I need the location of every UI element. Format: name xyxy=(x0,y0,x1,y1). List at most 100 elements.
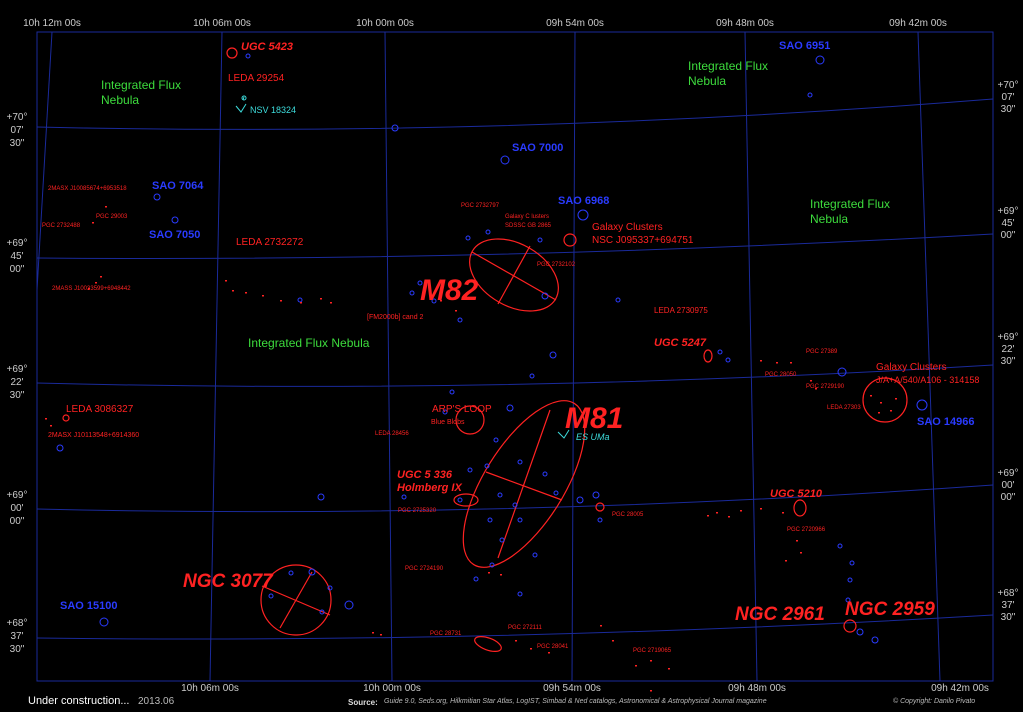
faint-galaxy xyxy=(600,625,602,627)
ra-bottom-label: 10h 06m 00s xyxy=(181,683,239,694)
holmberg-label: Holmberg IX xyxy=(397,482,462,494)
twomass2-label: 2MASX J10113548+6914360 xyxy=(48,432,139,439)
ra-top-label: 09h 42m 00s xyxy=(889,18,947,29)
pgc2720966-label: PGC 2720966 xyxy=(787,527,826,533)
faint-galaxy xyxy=(895,398,897,400)
pgc2719065-label: PGC 2719065 xyxy=(633,648,672,654)
ra-top-label: 09h 54m 00s xyxy=(546,18,604,29)
year-text: 2013.06 xyxy=(138,696,175,707)
faint-galaxy xyxy=(800,552,802,554)
faint-galaxy xyxy=(668,668,670,670)
pgc28050-label: PGC 28050 xyxy=(765,372,797,378)
dec-right-min: 00' xyxy=(1001,480,1014,491)
gc1b-label: NSC J095337+694751 xyxy=(592,235,694,246)
faint-galaxy xyxy=(707,515,709,517)
pgc28041-label: PGC 28041 xyxy=(537,644,569,650)
faint-galaxy xyxy=(650,690,652,692)
faint-galaxy xyxy=(232,290,234,292)
dec-right-deg: +70° xyxy=(998,80,1019,91)
sao6968-label: SAO 6968 xyxy=(558,195,609,207)
nsv-label: NSV 18324 xyxy=(250,105,296,115)
dec-right-deg: +69° xyxy=(998,206,1019,217)
faint-galaxy xyxy=(488,572,490,574)
source-label: Source: xyxy=(348,698,378,707)
leda3086327-label: LEDA 3086327 xyxy=(66,404,134,415)
sao14966-label: SAO 14966 xyxy=(917,416,974,428)
faint-galaxy xyxy=(100,276,102,278)
ra-top-label: 10h 06m 00s xyxy=(193,18,251,29)
faint-galaxy xyxy=(612,640,614,642)
blue-blobs-label: Blue Blobs xyxy=(431,419,465,426)
faint-galaxy xyxy=(878,412,880,414)
sdss-label: SDSSC GB 2865 xyxy=(505,223,552,229)
nebula-2a: Integrated Flux xyxy=(688,59,768,73)
faint-galaxy xyxy=(280,300,282,302)
m82-label: M82 xyxy=(420,274,479,307)
dec-left-sec: 00" xyxy=(10,264,25,275)
pgc2732488-label: PGC 2732488 xyxy=(42,223,81,229)
faint-galaxy xyxy=(372,632,374,634)
dec-right-sec: 30" xyxy=(1001,612,1016,623)
sao7050-label: SAO 7050 xyxy=(149,229,200,241)
dec-right-min: 45' xyxy=(1001,218,1014,229)
pgc27389-label: PGC 27389 xyxy=(806,349,838,355)
faint-galaxy xyxy=(776,362,778,364)
ra-bottom-label: 09h 48m 00s xyxy=(728,683,786,694)
faint-galaxy xyxy=(635,665,637,667)
faint-galaxy xyxy=(890,410,892,412)
faint-galaxy xyxy=(92,222,94,224)
dec-right-sec: 00" xyxy=(1001,230,1016,241)
sao7064-label: SAO 7064 xyxy=(152,180,204,192)
pgc28731-label: PGC 28731 xyxy=(430,631,462,637)
faint-galaxy xyxy=(796,540,798,542)
faint-galaxy xyxy=(320,298,322,300)
twomass1-label: 2MASX J10085674+6953518 xyxy=(48,186,127,192)
dec-left-min: 07' xyxy=(10,125,23,136)
m81-label: M81 xyxy=(565,402,623,435)
dec-left-deg: +69° xyxy=(7,364,28,375)
dec-left-sec: 30" xyxy=(10,644,25,655)
status-text: Under construction... xyxy=(28,695,130,707)
dec-left-deg: +70° xyxy=(7,112,28,123)
faint-galaxy xyxy=(760,508,762,510)
ugc5423-label: UGC 5423 xyxy=(241,41,293,53)
fm2000-label: [FM2000b] cand 2 xyxy=(367,314,424,321)
pgc2729190-label: PGC 2729190 xyxy=(806,384,845,390)
pgc29003-label: PGC 29003 xyxy=(96,214,128,220)
sao15100-label: SAO 15100 xyxy=(60,600,117,612)
dec-left-min: 37' xyxy=(10,631,23,642)
dec-left-deg: +68° xyxy=(7,618,28,629)
footer-bar: Under construction... 2013.06 Source: Gu… xyxy=(0,694,1023,712)
nebula-1a: Integrated Flux xyxy=(101,78,181,92)
dec-right-min: 07' xyxy=(1001,92,1014,103)
copyright-text: © Copyright: Danilo Pivato xyxy=(893,698,976,705)
leda28456-label: LEDA 28456 xyxy=(375,431,409,437)
faint-galaxy xyxy=(740,510,742,512)
faint-galaxy xyxy=(716,512,718,514)
pgc2732797-label: PGC 2732797 xyxy=(461,203,500,209)
leda2730975-label: LEDA 2730975 xyxy=(654,306,708,315)
pgc2732102-label: PGC 2732102 xyxy=(537,262,576,268)
nebula-3b: Nebula xyxy=(810,212,848,226)
ugc5336-label: UGC 5 336 xyxy=(397,469,453,481)
faint-galaxy xyxy=(810,380,812,382)
ra-top-label: 10h 12m 00s xyxy=(23,18,81,29)
gc2b-label: J/A+A/540/A106 - 314158 xyxy=(876,375,979,385)
ngc2961-label: NGC 2961 xyxy=(735,604,825,625)
faint-galaxy xyxy=(790,362,792,364)
galaxy-labels-plain: LEDA 29254 xyxy=(228,73,285,84)
faint-galaxy xyxy=(870,395,872,397)
faint-galaxy xyxy=(785,560,787,562)
dec-right-deg: +69° xyxy=(998,332,1019,343)
dec-left-min: 22' xyxy=(10,377,23,388)
ngc3077-label: NGC 3077 xyxy=(183,571,274,592)
faint-galaxy xyxy=(330,302,332,304)
gc1-label: Galaxy Clusters xyxy=(592,222,663,233)
faint-galaxy xyxy=(880,402,882,404)
faint-galaxy xyxy=(760,360,762,362)
faint-galaxy xyxy=(548,652,550,654)
leda27303-label: LEDA 27303 xyxy=(827,405,861,411)
faint-galaxy xyxy=(245,292,247,294)
faint-galaxy xyxy=(105,206,107,208)
sao7000-label: SAO 7000 xyxy=(512,142,563,154)
